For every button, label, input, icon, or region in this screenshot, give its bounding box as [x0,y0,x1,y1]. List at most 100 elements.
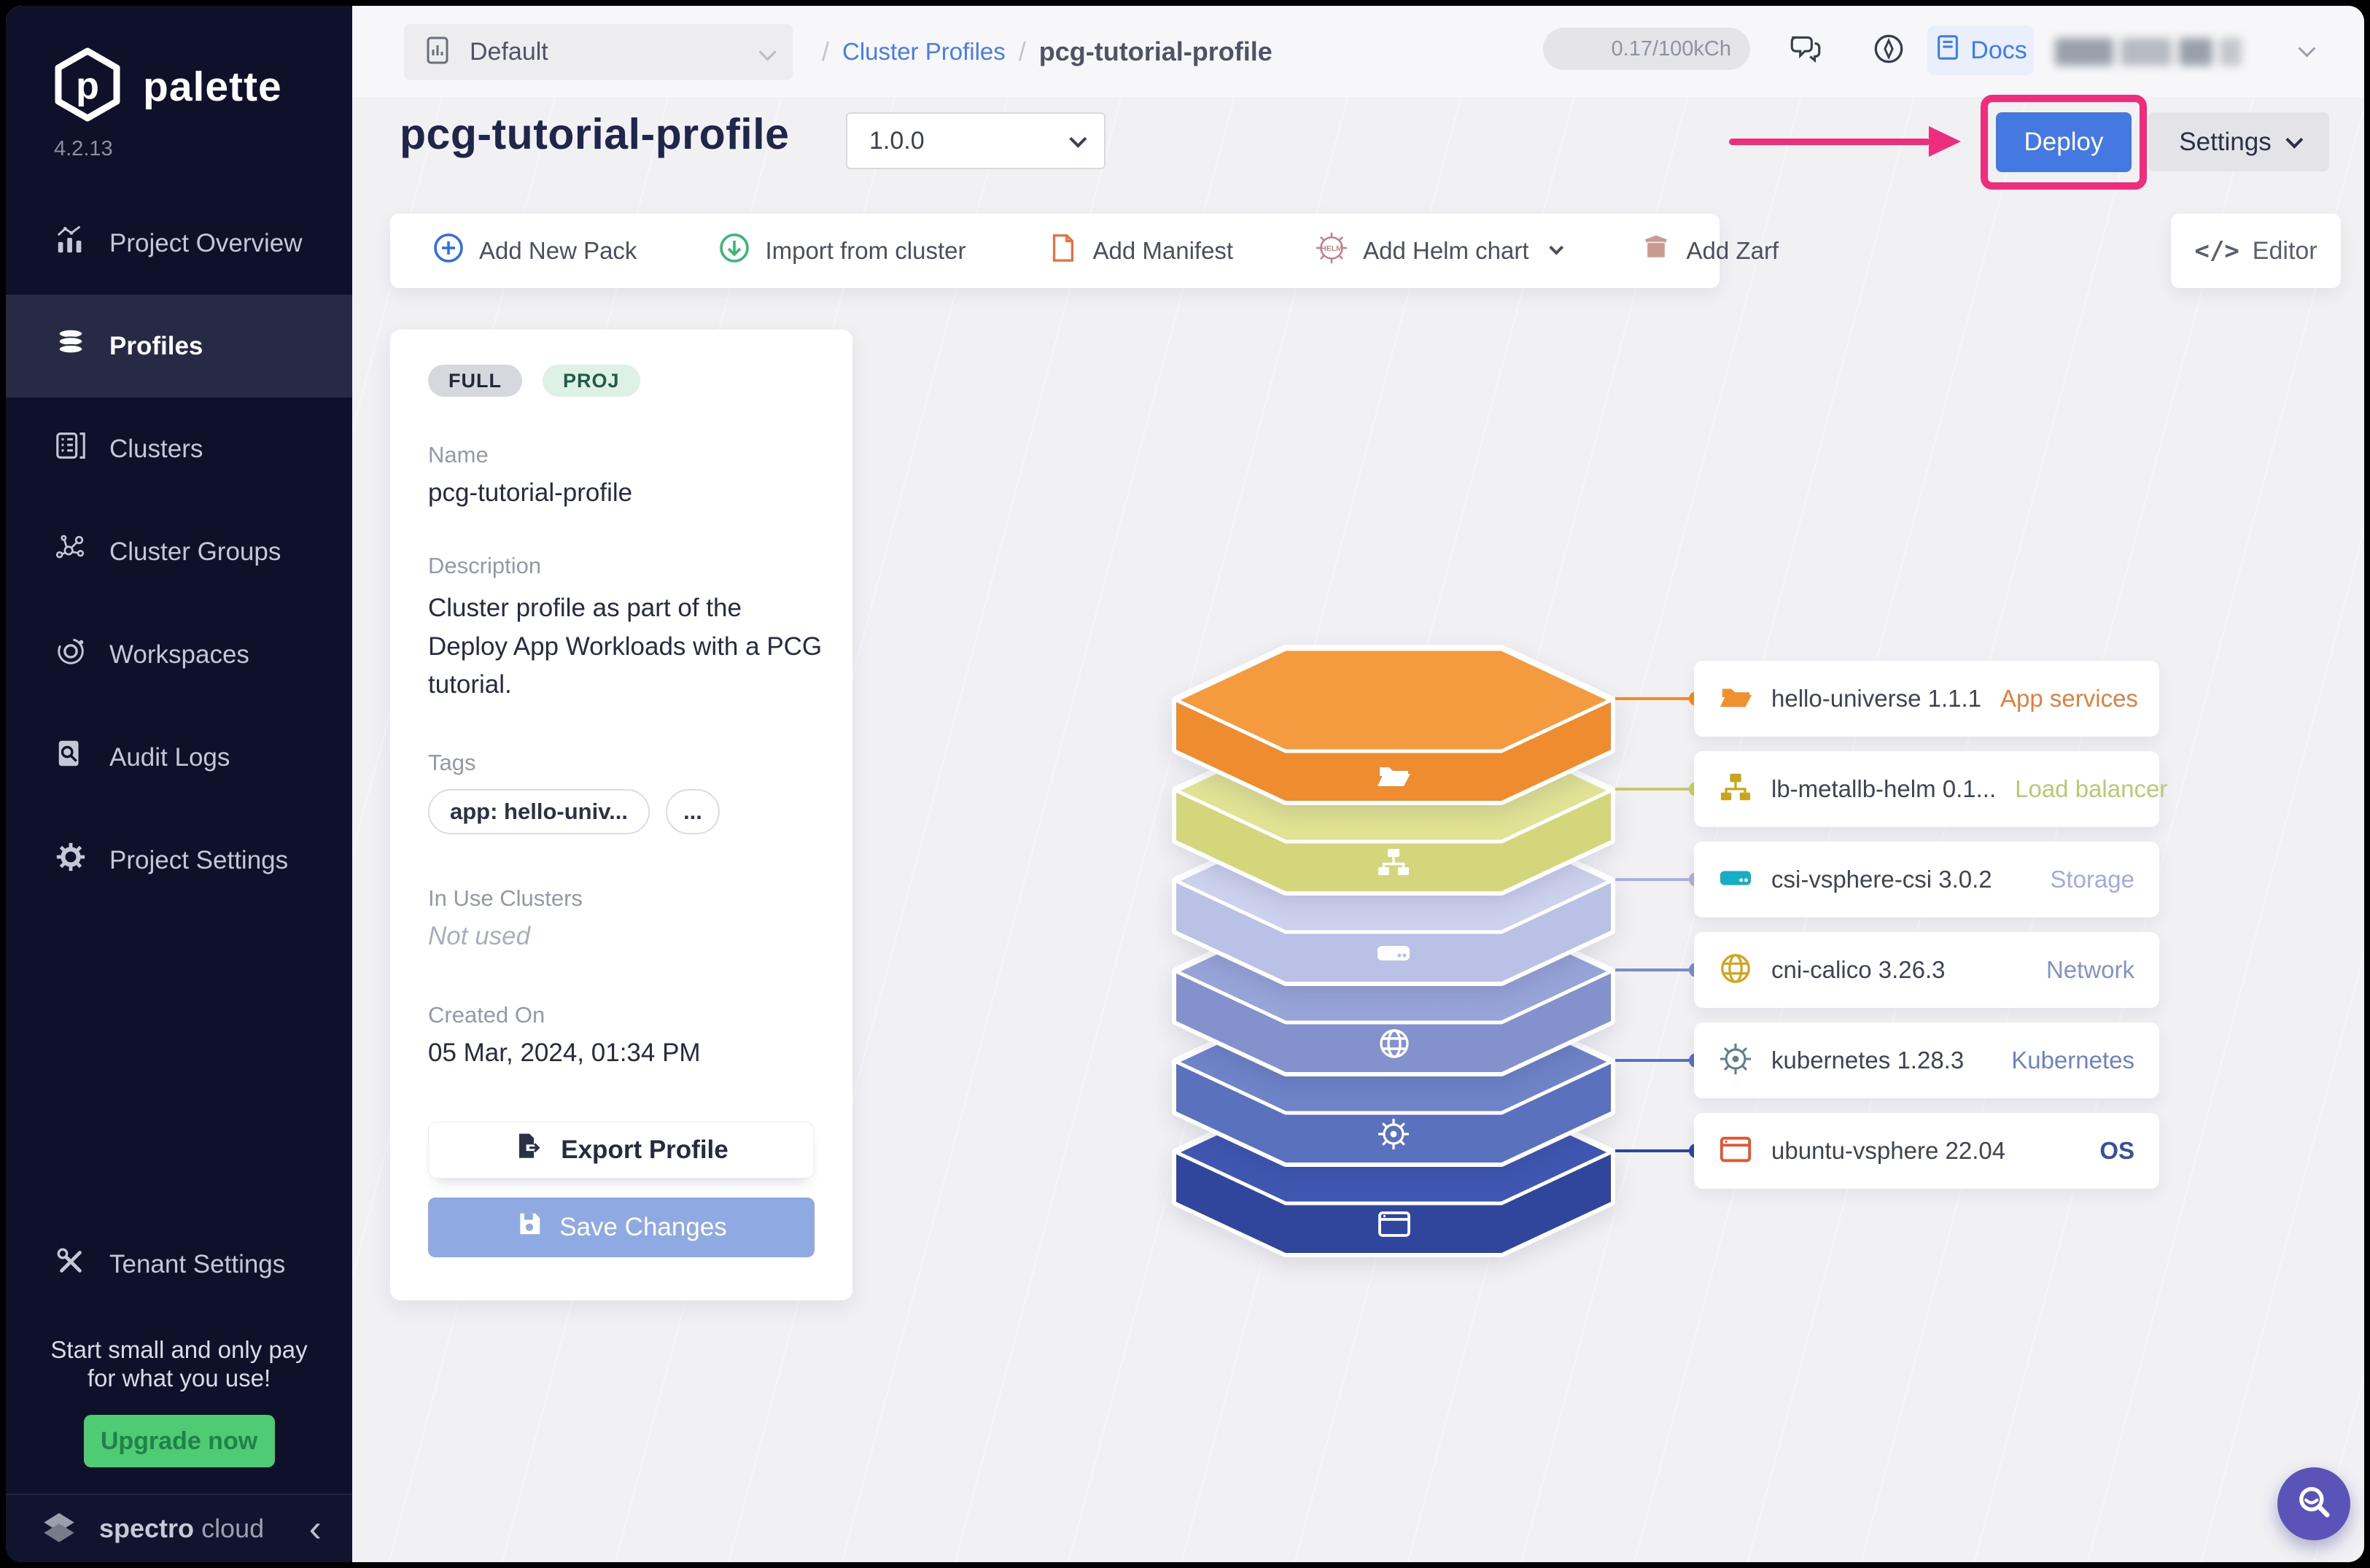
deploy-button[interactable]: Deploy [1996,112,2132,172]
pack-name: hello-universe 1.1.1 [1771,685,1981,713]
upgrade-promo: Start small and only pay for what you us… [6,1316,352,1494]
settings-button[interactable]: Settings [2148,112,2329,171]
created-on-label: Created On [428,1002,815,1028]
sidebar-item-cluster-groups[interactable]: Cluster Groups [6,500,352,603]
pack-category: App services [2000,685,2138,713]
window-icon [1719,1133,1752,1170]
breadcrumb: / Cluster Profiles / pcg-tutorial-profil… [822,6,1273,97]
breadcrumb-sep: / [822,36,829,67]
save-changes-button[interactable]: Save Changes [428,1198,815,1257]
sidebar-item-clusters[interactable]: Clusters [6,397,352,500]
tags-label: Tags [428,750,815,776]
project-selector[interactable]: Default [404,24,793,80]
layer-connector [1615,788,1697,791]
drive-icon [1378,946,1410,960]
layer-hexagon-app-services[interactable] [1167,640,1621,815]
sidebar-item-project-settings[interactable]: Project Settings [6,809,352,912]
app-logo-text: palette [143,63,282,111]
pack-row-csi-vsphere[interactable]: csi-vsphere-csi 3.0.2 Storage [1694,842,2159,917]
profile-version-select[interactable]: 1.0.0 [846,112,1106,169]
pack-name: cni-calico 3.26.3 [1771,956,1945,984]
sidebar-item-workspaces[interactable]: Workspaces [6,603,352,706]
pack-row-cni-calico[interactable]: cni-calico 3.26.3 Network [1694,932,2159,1008]
sidebar-nav: Project Overview Profiles [6,192,352,912]
svg-text:p: p [76,65,99,107]
sidebar-item-label: Project Overview [109,229,303,258]
sidebar-item-tenant-settings[interactable]: Tenant Settings [6,1214,352,1316]
editor-label: Editor [2253,237,2317,265]
import-from-cluster-button[interactable]: Import from cluster [718,232,966,270]
usage-badge: 0.17/100kCh [1543,28,1750,70]
profile-toolbar: Add New Pack Import from cluster Add Man… [390,214,1720,288]
export-profile-label: Export Profile [561,1136,728,1165]
tag-overflow-pill[interactable]: ... [666,789,720,834]
helm-wheel-icon [1719,1042,1752,1079]
pack-row-kubernetes[interactable]: kubernetes 1.28.3 Kubernetes [1694,1022,2159,1098]
in-use-clusters-label: In Use Clusters [428,885,815,912]
gear-icon [54,840,88,880]
editor-button[interactable]: </> Editor [2171,214,2341,288]
project-selector-value: Default [470,38,747,66]
compass-icon[interactable] [1870,31,1907,71]
upgrade-now-button[interactable]: Upgrade now [84,1415,275,1467]
sidebar-item-profiles[interactable]: Profiles [6,295,352,397]
created-on-value: 05 Mar, 2024, 01:34 PM [428,1039,815,1068]
export-file-icon [514,1131,545,1168]
add-manifest-button[interactable]: Add Manifest [1048,233,1234,269]
annotation-arrow [1729,139,1930,145]
settings-label: Settings [2179,128,2271,157]
add-new-pack-button[interactable]: Add New Pack [432,232,637,270]
sidebar-item-project-overview[interactable]: Project Overview [6,192,352,295]
layer-connector [1615,969,1697,971]
in-use-clusters-value: Not used [428,922,815,951]
sidebar-logo-block: p palette 4.2.13 [6,6,352,192]
pack-name: ubuntu-vsphere 22.04 [1771,1137,2005,1165]
sidebar-item-label: Audit Logs [109,743,230,772]
export-profile-button[interactable]: Export Profile [428,1122,815,1179]
sidebar-item-audit-logs[interactable]: Audit Logs [6,706,352,809]
annotation-highlight-box: Deploy [1981,95,2147,190]
globe-icon [1719,952,1752,989]
brand-word-cloud: cloud [201,1513,264,1543]
pack-name: lb-metallb-helm 0.1... [1771,775,1996,803]
add-zarf-button[interactable]: Add Zarf [1640,232,1779,270]
tag-pill[interactable]: app: hello-univ... [428,789,650,834]
pack-row-ubuntu-vsphere[interactable]: ubuntu-vsphere 22.04 OS [1694,1113,2159,1189]
add-helm-chart-button[interactable]: HELM Add Helm chart [1315,231,1558,271]
chevron-down-icon [1549,241,1563,255]
app-window: p palette 4.2.13 Project Overview [6,6,2364,1562]
sidebar-item-label: Project Settings [109,846,288,875]
sidebar-collapse-icon[interactable]: ‹ [309,1510,322,1548]
search-fab-button[interactable] [2277,1467,2350,1540]
page-title: pcg-tutorial-profile [400,109,789,159]
description-value: Cluster profile as part of the Deploy Ap… [428,589,825,705]
download-circle-icon [718,232,750,270]
folder-icon [1719,680,1752,718]
project-icon [423,34,455,70]
scope-badge-proj: PROJ [543,365,640,397]
pack-category: Load balancer [2015,775,2167,803]
pack-row-hello-universe[interactable]: hello-universe 1.1.1 App services [1694,661,2159,737]
scope-badge-full: FULL [428,365,522,397]
add-helm-chart-label: Add Helm chart [1363,237,1528,265]
promo-text-line2: for what you use! [28,1364,330,1393]
sidebar-item-label: Profiles [109,332,203,361]
sidebar-item-label: Cluster Groups [109,537,281,567]
bar-chart-icon [54,223,88,263]
docs-button[interactable]: Docs [1927,26,2034,75]
pack-row-lb-metallb[interactable]: lb-metallb-helm 0.1... Load balancer [1694,751,2159,827]
search-icon [2293,1482,2334,1526]
user-menu-chevron-icon[interactable] [2301,42,2313,58]
brand-name: spectro cloud [99,1513,264,1544]
brand-word-spectro: spectro [99,1513,194,1543]
server-icon [54,429,88,469]
chevron-down-icon [2285,131,2303,149]
pack-name: csi-vsphere-csi 3.0.2 [1771,866,1992,893]
breadcrumb-cluster-profiles-link[interactable]: Cluster Profiles [842,38,1006,66]
sidebar: p palette 4.2.13 Project Overview [6,6,352,1562]
chat-icon[interactable] [1787,31,1824,71]
user-name-redacted[interactable] [2055,38,2266,66]
layer-connector [1615,1059,1697,1062]
sidebar-item-label: Tenant Settings [109,1250,285,1279]
helm-wheel-icon [1378,1119,1409,1149]
